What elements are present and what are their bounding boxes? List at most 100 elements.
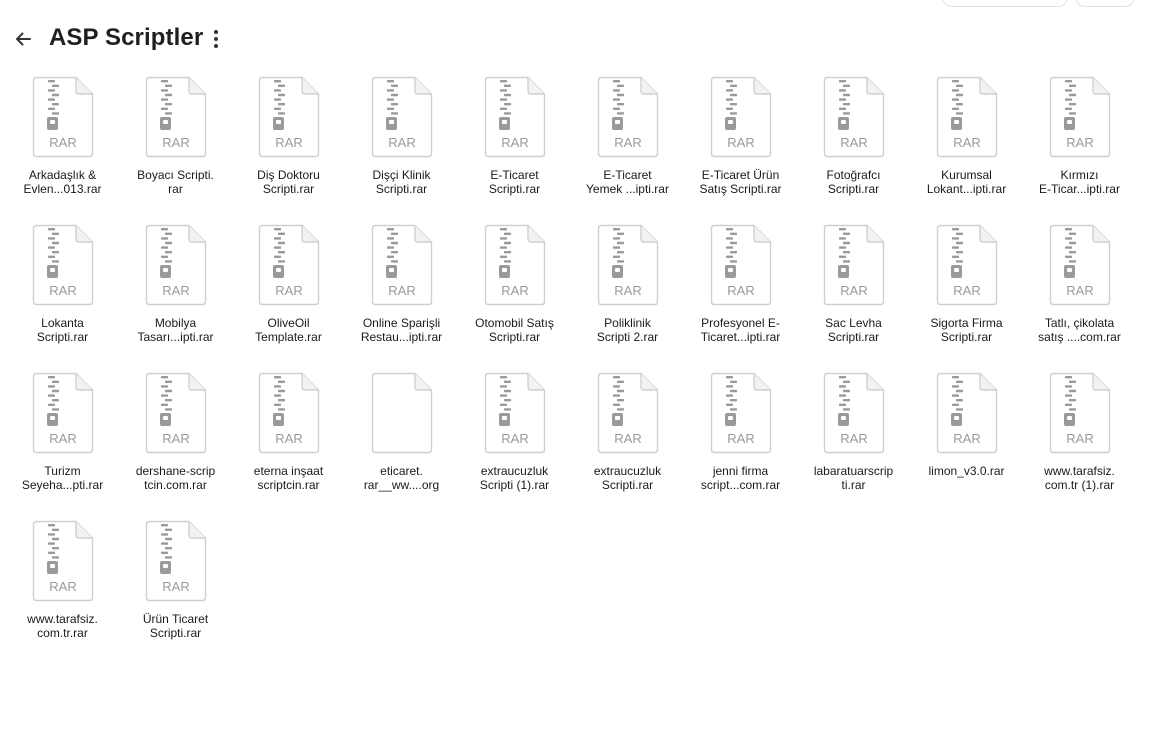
toolbar-button-left[interactable]: [942, 0, 1068, 7]
file-item[interactable]: RAR Sigorta Firma Scripti.rar: [910, 220, 1023, 368]
rar-archive-icon: RAR: [710, 224, 771, 306]
file-item[interactable]: RAR Online Sparişli Restau...ipti.rar: [345, 220, 458, 368]
rar-archive-icon: RAR: [597, 76, 658, 158]
file-name: E-Ticaret Yemek ...ipti.rar: [586, 168, 669, 196]
page-title: ASP Scriptler: [49, 24, 204, 51]
rar-archive-icon: RAR: [1049, 76, 1110, 158]
rar-archive-icon: RAR: [1049, 224, 1110, 306]
toolbar-button-right[interactable]: [1075, 0, 1135, 7]
back-button[interactable]: [10, 27, 36, 51]
file-type-label: RAR: [501, 431, 528, 446]
rar-archive-icon: RAR: [145, 372, 206, 454]
file-item[interactable]: RAR Otomobil Satış Scripti.rar: [458, 220, 571, 368]
file-item[interactable]: RAR extraucuzluk Scripti.rar: [571, 368, 684, 516]
rar-archive-icon: RAR: [597, 224, 658, 306]
file-type-label: RAR: [1066, 135, 1093, 150]
file-item[interactable]: RAR Tatlı, çikolata satış ....com.rar: [1023, 220, 1136, 368]
file-name: Mobilya Tasarı...ipti.rar: [137, 316, 214, 344]
file-type-label: RAR: [1066, 283, 1093, 298]
file-item[interactable]: RAR Mobilya Tasarı...ipti.rar: [119, 220, 232, 368]
file-item[interactable]: RAR Dişçi Klinik Scripti.rar: [345, 72, 458, 220]
file-name: Sigorta Firma Scripti.rar: [930, 316, 1003, 344]
file-type-label: RAR: [840, 431, 867, 446]
file-item[interactable]: eticaret. rar__ww....org: [345, 368, 458, 516]
file-name: Tatlı, çikolata satış ....com.rar: [1038, 316, 1121, 344]
file-item[interactable]: RAR Boyacı Scripti. rar: [119, 72, 232, 220]
file-name: Turizm Seyeha...pti.rar: [21, 464, 104, 492]
rar-archive-icon: RAR: [145, 76, 206, 158]
file-name: labaratuarscrip ti.rar: [813, 464, 894, 492]
file-item[interactable]: RAR labaratuarscrip ti.rar: [797, 368, 910, 516]
file-name: Diş Doktoru Scripti.rar: [257, 168, 320, 196]
file-item[interactable]: RAR eterna inşaat scriptcin.rar: [232, 368, 345, 516]
file-item[interactable]: RAR Profesyonel E- Ticaret...ipti.rar: [684, 220, 797, 368]
rar-archive-icon: RAR: [936, 76, 997, 158]
file-item[interactable]: RAR Lokanta Scripti.rar: [6, 220, 119, 368]
rar-archive-icon: RAR: [145, 224, 206, 306]
file-type-label: RAR: [388, 283, 415, 298]
file-name: dershane-scrip tcin.com.rar: [135, 464, 216, 492]
file-type-label: RAR: [840, 283, 867, 298]
file-item[interactable]: RAR dershane-scrip tcin.com.rar: [119, 368, 232, 516]
file-item[interactable]: RAR www.tarafsiz. com.tr.rar: [6, 516, 119, 664]
file-type-label: RAR: [953, 431, 980, 446]
file-item[interactable]: RAR E-Ticaret Yemek ...ipti.rar: [571, 72, 684, 220]
file-type-label: RAR: [49, 579, 76, 594]
file-type-label: RAR: [49, 135, 76, 150]
file-name: E-Ticaret Scripti.rar: [488, 168, 541, 196]
rar-archive-icon: RAR: [823, 372, 884, 454]
rar-archive-icon: RAR: [32, 224, 93, 306]
file-item[interactable]: RAR Sac Levha Scripti.rar: [797, 220, 910, 368]
file-type-label: RAR: [275, 283, 302, 298]
file-type-label: RAR: [953, 283, 980, 298]
file-name: Sac Levha Scripti.rar: [825, 316, 882, 344]
file-name: jenni firma script...com.rar: [700, 464, 781, 492]
file-name: OliveOil Template.rar: [255, 316, 322, 344]
blank-file-icon: [371, 372, 432, 454]
rar-archive-icon: RAR: [710, 372, 771, 454]
file-item[interactable]: RAR jenni firma script...com.rar: [684, 368, 797, 516]
file-type-label: RAR: [162, 579, 189, 594]
file-item[interactable]: RAR Diş Doktoru Scripti.rar: [232, 72, 345, 220]
file-name: Lokanta Scripti.rar: [36, 316, 89, 344]
file-item[interactable]: RAR Ürün Ticaret Scripti.rar: [119, 516, 232, 664]
file-item[interactable]: RAR E-Ticaret Ürün Satış Scripti.rar: [684, 72, 797, 220]
file-item[interactable]: RAR OliveOil Template.rar: [232, 220, 345, 368]
file-item[interactable]: RAR limon_v3.0.rar: [910, 368, 1023, 516]
rar-archive-icon: RAR: [936, 372, 997, 454]
file-type-label: RAR: [162, 283, 189, 298]
file-item[interactable]: RAR Kurumsal Lokant...ipti.rar: [910, 72, 1023, 220]
file-type-label: RAR: [275, 431, 302, 446]
file-item[interactable]: RAR www.tarafsiz. com.tr (1).rar: [1023, 368, 1136, 516]
file-type-label: RAR: [275, 135, 302, 150]
file-name: eterna inşaat scriptcin.rar: [253, 464, 324, 492]
rar-archive-icon: RAR: [145, 520, 206, 602]
file-type-label: RAR: [727, 431, 754, 446]
file-type-label: RAR: [501, 135, 528, 150]
rar-archive-icon: RAR: [823, 224, 884, 306]
file-type-label: RAR: [49, 431, 76, 446]
file-item[interactable]: RAR E-Ticaret Scripti.rar: [458, 72, 571, 220]
file-name: Online Sparişli Restau...ipti.rar: [360, 316, 443, 344]
file-type-label: RAR: [727, 135, 754, 150]
file-item[interactable]: RAR Turizm Seyeha...pti.rar: [6, 368, 119, 516]
file-type-label: RAR: [501, 283, 528, 298]
file-item[interactable]: RAR Poliklinik Scripti 2.rar: [571, 220, 684, 368]
rar-archive-icon: RAR: [484, 224, 545, 306]
file-type-label: RAR: [614, 431, 641, 446]
more-options-button[interactable]: [204, 26, 228, 52]
file-type-label: RAR: [162, 431, 189, 446]
file-name: Fotoğrafcı Scripti.rar: [826, 168, 881, 196]
file-item[interactable]: RAR Arkadaşlık & Evlen...013.rar: [6, 72, 119, 220]
file-type-label: RAR: [727, 283, 754, 298]
file-name: extraucuzluk Scripti.rar: [593, 464, 662, 492]
page-header: ASP Scriptler: [0, 18, 600, 58]
file-item[interactable]: RAR Kırmızı E-Ticar...ipti.rar: [1023, 72, 1136, 220]
rar-archive-icon: RAR: [823, 76, 884, 158]
rar-archive-icon: RAR: [258, 372, 319, 454]
file-item[interactable]: RAR extraucuzluk Scripti (1).rar: [458, 368, 571, 516]
file-item[interactable]: RAR Fotoğrafcı Scripti.rar: [797, 72, 910, 220]
rar-archive-icon: RAR: [371, 224, 432, 306]
file-name: Profesyonel E- Ticaret...ipti.rar: [700, 316, 781, 344]
rar-archive-icon: RAR: [484, 76, 545, 158]
